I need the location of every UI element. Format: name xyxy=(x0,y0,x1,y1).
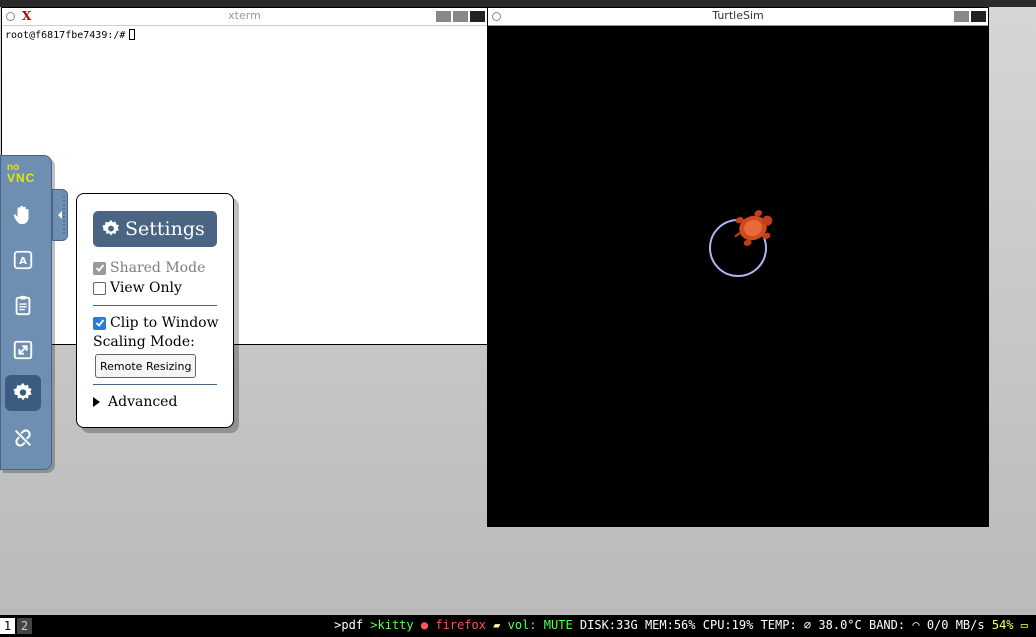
status-bar: >pdf >kitty ● firefox ▰ vol: MUTE DISK:3… xyxy=(334,618,1028,632)
maximize-button[interactable] xyxy=(453,11,468,22)
cpu-status: CPU:19% xyxy=(702,618,754,632)
band-value: 0/0 MB/s xyxy=(926,618,985,632)
clip-to-window-label[interactable]: Clip to Window xyxy=(110,315,219,331)
kitty-launcher[interactable]: >kitty xyxy=(370,618,413,632)
view-only-checkbox[interactable] xyxy=(93,281,106,295)
drag-button[interactable] xyxy=(5,197,41,233)
pdf-launcher[interactable]: >pdf xyxy=(334,618,363,632)
logo-vnc: VNC xyxy=(7,171,36,185)
clipboard-button[interactable] xyxy=(5,287,41,323)
settings-button[interactable] xyxy=(5,375,41,411)
minimize-button[interactable] xyxy=(436,11,451,22)
temp-label: TEMP: xyxy=(760,618,797,632)
workspace-1[interactable]: 1 xyxy=(0,618,15,634)
gear-icon xyxy=(13,382,32,401)
turtlesim-titlebar[interactable]: TurtleSim xyxy=(488,8,988,26)
temp-value: 38.0°C xyxy=(818,618,862,632)
xterm-title: xterm xyxy=(228,9,261,22)
control-bar-handle[interactable] xyxy=(52,189,68,241)
battery-value: 54% xyxy=(991,618,1014,632)
fullscreen-icon xyxy=(13,340,33,360)
firefox-icon: ● xyxy=(420,618,429,632)
settings-panel: Settings Shared Mode View Only Clip to W… xyxy=(76,193,234,428)
taskbar: 1 2 >pdf >kitty ● firefox ▰ vol: MUTE DI… xyxy=(0,615,1036,637)
xterm-window-controls xyxy=(436,11,485,22)
turtlesim-window-controls xyxy=(954,11,986,22)
clip-to-window-checkbox[interactable] xyxy=(93,316,106,330)
view-only-option[interactable]: View Only xyxy=(93,280,182,296)
turtle-icon xyxy=(734,210,773,246)
svg-text:A: A xyxy=(19,256,27,267)
xterm-window[interactable]: X xterm root@f6817fbe7439:/# xyxy=(1,7,488,345)
terminal-prompt-line[interactable]: root@f6817fbe7439:/# xyxy=(5,29,136,41)
clipboard-icon xyxy=(15,295,31,316)
chevron-left-icon xyxy=(58,196,65,234)
shared-mode-option: Shared Mode xyxy=(93,260,205,276)
caret-right-icon xyxy=(93,397,100,407)
firefox-launcher[interactable]: firefox xyxy=(435,618,486,632)
turtlesim-title: TurtleSim xyxy=(712,9,764,22)
novnc-logo: no VNC xyxy=(7,163,43,187)
close-button[interactable] xyxy=(470,11,485,22)
wifi-icon: ◠ xyxy=(912,618,920,632)
view-only-label[interactable]: View Only xyxy=(110,280,182,296)
thermometer-icon: ⌀ xyxy=(803,618,812,632)
disconnect-button[interactable] xyxy=(5,420,41,456)
turtle-scene xyxy=(709,210,773,277)
xterm-titlebar[interactable]: X xterm xyxy=(2,8,487,26)
settings-title: Settings xyxy=(125,218,205,240)
workspace-2[interactable]: 2 xyxy=(17,618,32,634)
volume-value: MUTE xyxy=(543,618,573,632)
top-border xyxy=(0,0,1036,7)
turtlesim-window[interactable]: TurtleSim xyxy=(487,7,989,527)
gear-icon xyxy=(102,219,119,236)
scaling-mode-label: Scaling Mode: xyxy=(93,334,195,350)
band-label: BAND: xyxy=(868,618,906,632)
shared-mode-checkbox xyxy=(93,261,106,275)
fullscreen-button[interactable] xyxy=(5,332,41,368)
disk-status: DISK:33G xyxy=(579,618,638,632)
terminal-cursor xyxy=(129,29,136,40)
advanced-label[interactable]: Advanced xyxy=(108,394,177,410)
disconnect-icon xyxy=(15,429,31,447)
battery-icon: ▭ xyxy=(1020,618,1028,632)
minimize-button[interactable] xyxy=(954,11,969,22)
scaling-mode-select[interactable]: Remote Resizing xyxy=(95,354,197,378)
close-button[interactable] xyxy=(971,11,986,22)
keyboard-icon: A xyxy=(13,250,33,270)
shared-mode-label: Shared Mode xyxy=(110,260,206,276)
turtlesim-canvas[interactable] xyxy=(488,26,988,526)
divider xyxy=(93,384,217,385)
memory-status: MEM:56% xyxy=(644,618,696,632)
drag-hand-icon xyxy=(13,205,29,225)
novnc-control-bar: no VNC A xyxy=(0,155,52,470)
volume-label: vol: xyxy=(507,618,537,632)
divider xyxy=(93,305,217,306)
settings-header: Settings xyxy=(93,211,217,247)
folder-icon[interactable]: ▰ xyxy=(493,618,500,632)
advanced-toggle[interactable]: Advanced xyxy=(93,394,177,410)
clip-to-window-option[interactable]: Clip to Window xyxy=(93,315,219,331)
terminal-prompt: root@f6817fbe7439:/# xyxy=(5,30,126,41)
keyboard-button[interactable]: A xyxy=(5,242,41,278)
